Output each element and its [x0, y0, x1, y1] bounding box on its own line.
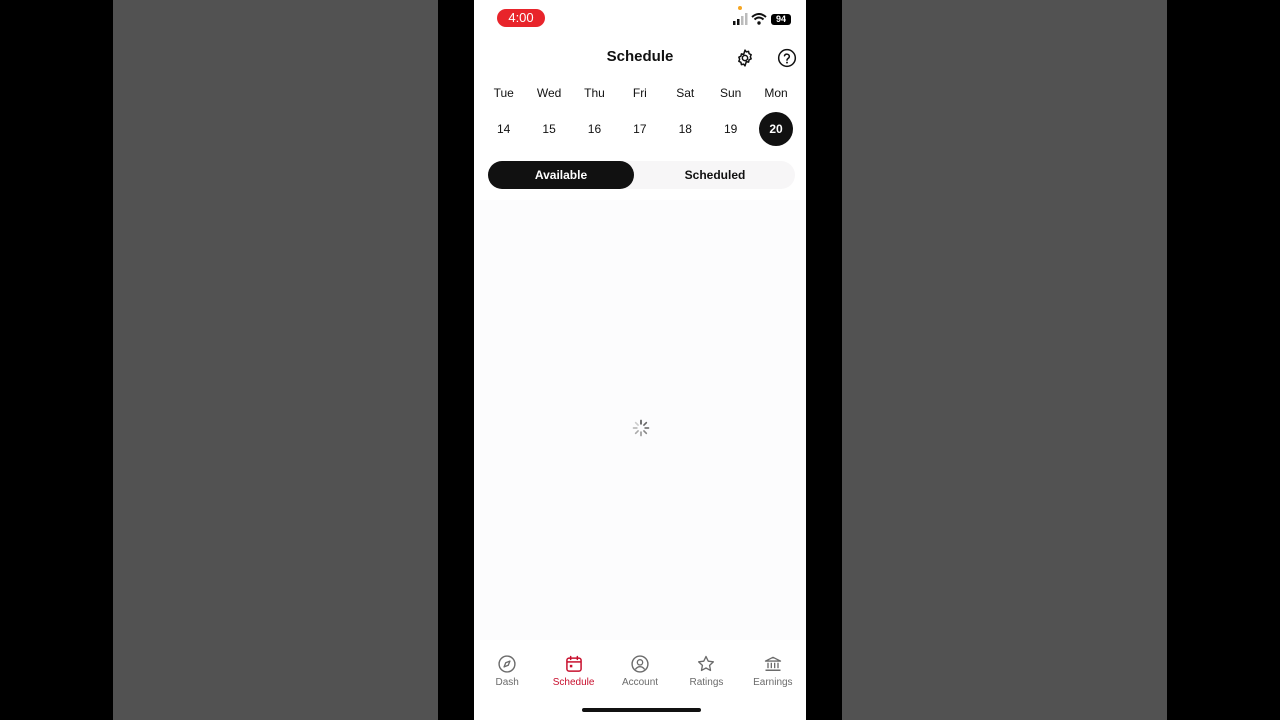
tab-ratings[interactable]: Ratings [673, 645, 739, 695]
privacy-indicator-dot [738, 6, 742, 10]
date-cell[interactable]: 16 [572, 112, 617, 146]
weekday-label: Sun [719, 86, 742, 100]
wifi-icon [751, 13, 767, 25]
tab-account[interactable]: Account [607, 645, 673, 695]
help-icon[interactable] [777, 48, 797, 68]
date-cell-selected[interactable]: 20 [753, 112, 798, 146]
date-number: 20 [759, 112, 794, 146]
tab-dash[interactable]: Dash [474, 645, 540, 695]
battery-indicator: 94 [771, 14, 791, 25]
weekday-label: Sat [676, 86, 695, 100]
home-indicator[interactable] [582, 708, 701, 712]
date-number: 19 [723, 122, 738, 136]
availability-toggle: Available Scheduled [488, 161, 795, 189]
tab-label: Ratings [689, 677, 724, 688]
weekday-label: Fri [632, 86, 647, 100]
date-cell[interactable]: 19 [708, 112, 753, 146]
weekday-label: Wed [536, 86, 562, 100]
available-tab[interactable]: Available [488, 161, 634, 189]
date-cell[interactable]: 15 [526, 112, 571, 146]
status-time: 4:00 [497, 9, 545, 27]
tab-label: Earnings [753, 677, 793, 688]
date-number: 14 [497, 122, 511, 136]
tab-label: Schedule [552, 677, 595, 688]
background-panel-left [113, 0, 438, 720]
bottom-tab-bar: Dash Schedule Account Ratings Earnings [474, 645, 806, 695]
date-number: 17 [633, 122, 647, 136]
tab-label: Dash [495, 677, 519, 688]
weekday-row: Tue Wed Thu Fri Sat Sun Mon [481, 85, 799, 101]
date-number: 15 [542, 122, 556, 136]
loading-spinner-icon [632, 419, 650, 437]
weekday-label: Thu [584, 86, 605, 100]
weekday-label: Mon [764, 86, 788, 100]
compass-icon [498, 655, 516, 673]
gear-icon[interactable] [735, 48, 755, 68]
user-circle-icon [631, 655, 649, 673]
date-cell[interactable]: 14 [481, 112, 526, 146]
page-title: Schedule [606, 48, 674, 65]
calendar-icon [565, 655, 582, 672]
cellular-signal-icon [733, 13, 748, 25]
date-number: 18 [678, 122, 692, 136]
tab-earnings[interactable]: Earnings [740, 645, 806, 695]
tab-schedule[interactable]: Schedule [540, 645, 606, 695]
date-row: 14 15 16 17 18 19 20 [481, 112, 799, 146]
tab-label: Account [621, 677, 659, 688]
scheduled-tab[interactable]: Scheduled [642, 161, 788, 189]
star-icon [698, 655, 715, 672]
date-cell[interactable]: 17 [617, 112, 662, 146]
weekday-label: Tue [493, 86, 514, 100]
bank-icon [764, 656, 781, 671]
phone-screen: 4:00 94 Schedule Tue Wed Thu Fri Sat Sun… [474, 0, 806, 720]
background-panel-right [842, 0, 1167, 720]
date-number: 16 [587, 122, 602, 136]
date-cell[interactable]: 18 [663, 112, 708, 146]
